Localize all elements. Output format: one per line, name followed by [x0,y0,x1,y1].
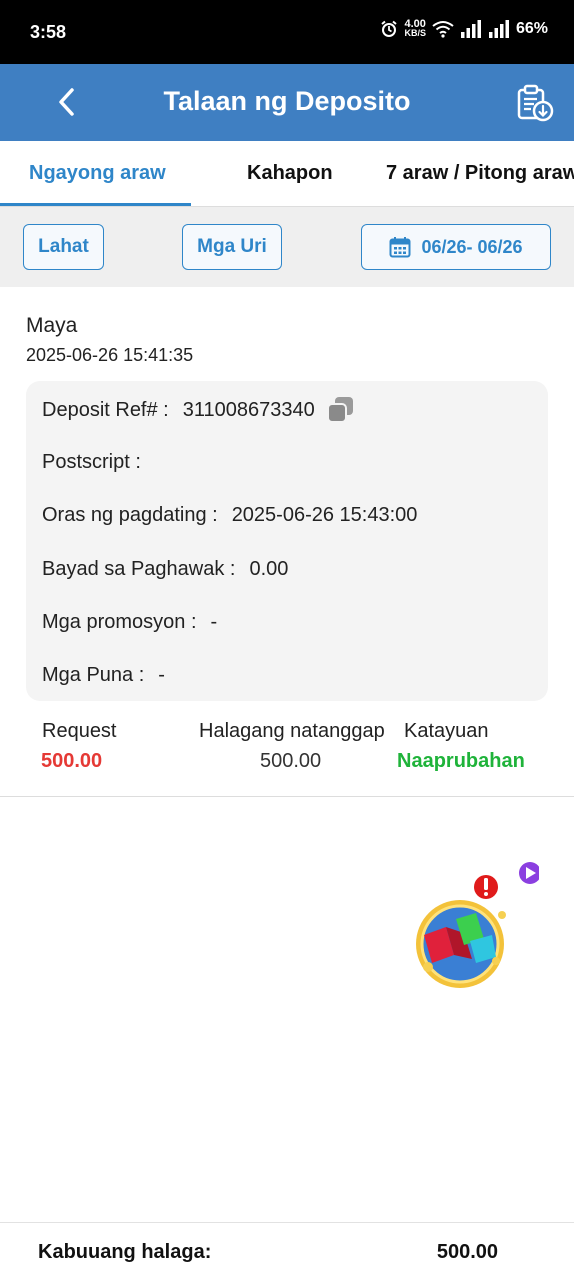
clipboard-download-icon[interactable] [516,84,554,122]
payment-method: Maya [26,314,78,337]
total-label: Kabuuang halaga: [38,1241,212,1263]
signal-icon-1 [460,20,481,38]
filter-types-label: Mga Uri [197,236,267,257]
filter-types-button[interactable]: Mga Uri [182,224,282,270]
detail-label: Mga Puna : [42,664,145,686]
record-datetime: 2025-06-26 15:41:35 [26,345,194,365]
handling-fee-value: 0.00 [249,558,289,580]
status-badge: Naaprubahan [397,750,525,772]
total-footer: Kabuuang halaga: 500.00 [0,1222,574,1280]
total-amount: 500.00 [436,1241,498,1263]
alarm-icon [381,20,398,37]
filter-all-button[interactable]: Lahat [23,224,104,270]
date-tabs: Ngayong araw Kahapon 7 araw / Pitong ara… [0,141,574,207]
tab-today[interactable]: Ngayong araw [29,141,166,207]
signal-icon-2 [488,20,509,38]
received-amount: 500.00 [260,750,322,772]
floating-game-widget[interactable] [414,857,541,992]
tab-yesterday[interactable]: Kahapon [247,141,333,207]
detail-label: Oras ng pagdating : [42,504,218,526]
active-tab-indicator [0,203,191,206]
status-icons: 4.00 KB/S 66% [380,19,548,38]
net-speed: 4.00 KB/S [404,19,426,38]
filter-all-label: Lahat [38,236,89,257]
detail-label: Bayad sa Paghawak : [42,558,236,580]
remarks-value: - [158,664,165,686]
detail-row-ref: Deposit Ref# : 311008673340 [42,395,355,425]
promotions-value: - [210,611,218,633]
app-header: Talaan ng Deposito [0,64,574,141]
page-title: Talaan ng Deposito [163,86,411,116]
tab-seven-days[interactable]: 7 araw / Pitong araw [386,141,574,207]
detail-row-postscript: Postscript : [42,451,155,474]
net-speed-unit: KB/S [404,28,426,38]
record-details-panel: Deposit Ref# : 311008673340 Postscript :… [26,381,548,701]
battery-level: 66% [515,20,548,37]
detail-label: Postscript : [42,451,141,473]
arrival-time-value: 2025-06-26 15:43:00 [231,504,418,526]
detail-row-fee: Bayad sa Paghawak : 0.00 [42,558,288,581]
detail-label: Mga promosyon : [42,611,197,633]
received-label: Halagang natanggap [199,720,385,742]
status-bar: 3:58 4.00 KB/S 66% [0,0,574,64]
detail-label: Deposit Ref# : [42,398,169,421]
request-amount: 500.00 [41,750,103,772]
deposit-record-card[interactable]: Maya 2025-06-26 15:41:35 Deposit Ref# : … [0,287,574,797]
wifi-icon [432,21,454,38]
detail-row-arrival: Oras ng pagdating : 2025-06-26 15:43:00 [42,504,417,527]
detail-row-remarks: Mga Puna : - [42,664,165,687]
calendar-icon [389,237,411,258]
date-range-button[interactable]: 06/26- 06/26 [361,224,551,270]
filter-bar: Lahat Mga Uri 06/26- 06/26 [0,207,574,287]
detail-row-promotions: Mga promosyon : - [42,611,217,634]
copy-icon[interactable] [325,395,355,425]
status-label: Katayuan [404,720,489,742]
date-range-label: 06/26- 06/26 [421,236,523,257]
status-time: 3:58 [30,22,67,42]
request-label: Request [42,720,117,742]
deposit-ref-value: 311008673340 [182,398,315,421]
